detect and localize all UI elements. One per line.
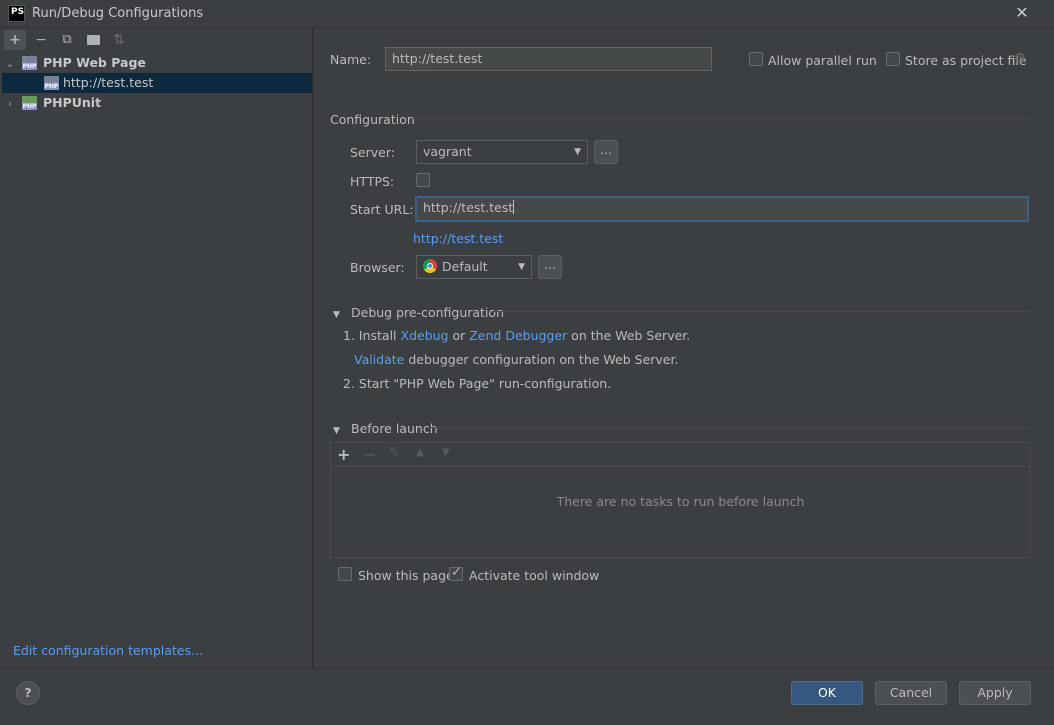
- window-title: Run/Debug Configurations: [32, 6, 204, 21]
- gear-icon[interactable]: ⚙: [1014, 51, 1026, 66]
- before-launch-heading: Before launch: [351, 421, 438, 436]
- tasks-toolbar-divider: [331, 466, 1030, 467]
- tree-item-label: http://test.test: [62, 75, 154, 90]
- chrome-icon: [423, 259, 437, 273]
- move-up-icon[interactable]: ▲: [416, 447, 424, 458]
- server-browse-button[interactable]: ...: [594, 140, 618, 164]
- sort-configurations-button[interactable]: ⇅: [108, 30, 130, 50]
- triangle-down-icon: ▼: [333, 310, 340, 320]
- debug-step-1: 1. Install Xdebug or Zend Debugger on th…: [343, 328, 690, 343]
- debug-preconfig-heading: Debug pre-configuration: [351, 305, 504, 320]
- phpstorm-app-icon: PS: [8, 5, 25, 22]
- debug-step-2: 2. Start "PHP Web Page" run-configuratio…: [343, 376, 612, 391]
- allow-parallel-run-checkbox[interactable]: [749, 52, 763, 66]
- start-url-preview-link[interactable]: http://test.test: [413, 231, 503, 246]
- allow-parallel-run-label: Allow parallel run: [768, 53, 877, 68]
- chevron-down-icon[interactable]: ⌄: [2, 54, 18, 74]
- php-web-page-icon: PHP: [21, 56, 37, 70]
- tree-item-phpunit[interactable]: › PHP PHPUnit: [2, 93, 312, 113]
- step-text: 1. Install: [343, 328, 401, 343]
- dropdown-arrow-icon: ▼: [574, 147, 581, 157]
- start-url-value: http://test.test: [423, 200, 514, 215]
- copy-configuration-button[interactable]: ⧉: [56, 30, 78, 50]
- dropdown-arrow-icon: ▼: [518, 262, 525, 272]
- text-cursor: [513, 200, 515, 214]
- triangle-down-icon: ▼: [333, 426, 340, 436]
- show-this-page-checkbox[interactable]: [338, 567, 352, 581]
- zend-debugger-link[interactable]: Zend Debugger: [469, 328, 567, 343]
- step-text: or: [448, 328, 470, 343]
- xdebug-link[interactable]: Xdebug: [401, 328, 449, 343]
- debug-preconfig-toggle[interactable]: ▼ Debug pre-configuration: [333, 305, 504, 320]
- start-url-field[interactable]: http://test.test: [415, 196, 1029, 222]
- section-divider: [410, 118, 1030, 119]
- section-divider: [431, 427, 1030, 428]
- remove-task-button[interactable]: −: [363, 445, 376, 464]
- before-launch-toggle[interactable]: ▼ Before launch: [333, 421, 438, 436]
- help-button[interactable]: ?: [16, 681, 40, 705]
- move-down-icon[interactable]: ▼: [442, 447, 450, 458]
- activate-tool-window-label: Activate tool window: [469, 568, 600, 583]
- activate-tool-window-checkbox[interactable]: [449, 565, 463, 581]
- show-this-page-label: Show this page: [358, 568, 454, 583]
- php-web-page-icon: PHP: [44, 76, 59, 90]
- apply-button[interactable]: Apply: [959, 681, 1031, 705]
- validate-link[interactable]: Validate: [354, 352, 404, 367]
- chevron-right-icon[interactable]: ›: [2, 94, 18, 114]
- tree-item-http-test-test[interactable]: PHP http://test.test: [2, 73, 312, 93]
- name-field[interactable]: http://test.test: [385, 47, 712, 71]
- section-divider: [492, 311, 1030, 312]
- browser-label: Browser:: [350, 260, 405, 275]
- pencil-icon[interactable]: ✎: [389, 446, 400, 461]
- https-checkbox[interactable]: [416, 173, 430, 187]
- configuration-heading: Configuration: [330, 112, 415, 127]
- cancel-button[interactable]: Cancel: [875, 681, 947, 705]
- folder-icon: [86, 35, 100, 45]
- debug-validate-line: Validate debugger configuration on the W…: [354, 352, 678, 367]
- start-url-label: Start URL:: [350, 202, 414, 217]
- browser-dropdown[interactable]: Default ▼: [416, 255, 532, 279]
- step-text: on the Web Server.: [567, 328, 691, 343]
- add-task-button[interactable]: +: [337, 445, 350, 464]
- tree-item-label: PHP Web Page: [42, 55, 146, 70]
- tree-item-php-web-page[interactable]: ⌄ PHP PHP Web Page: [2, 53, 312, 73]
- store-as-project-file-label: Store as project file: [905, 53, 1027, 68]
- phpunit-icon: PHP: [21, 96, 37, 110]
- no-tasks-message: There are no tasks to run before launch: [556, 494, 805, 509]
- server-dropdown[interactable]: vagrant ▼: [416, 140, 588, 164]
- configurations-tree-panel: [0, 28, 313, 668]
- server-value: vagrant: [423, 144, 472, 159]
- tree-item-label: PHPUnit: [42, 95, 102, 110]
- edit-configuration-templates-link[interactable]: Edit configuration templates...: [13, 643, 203, 658]
- close-icon[interactable]: ✕: [1012, 3, 1032, 23]
- browser-value: Default: [442, 259, 488, 274]
- move-to-folder-button[interactable]: [82, 30, 104, 50]
- add-configuration-button[interactable]: +: [4, 30, 26, 50]
- name-label: Name:: [330, 52, 372, 67]
- server-label: Server:: [350, 145, 395, 160]
- store-as-project-file-checkbox[interactable]: [886, 52, 900, 66]
- step-text: debugger configuration on the Web Server…: [404, 352, 679, 367]
- remove-configuration-button[interactable]: −: [30, 30, 52, 50]
- https-label: HTTPS:: [350, 174, 395, 189]
- ok-button[interactable]: OK: [791, 681, 863, 705]
- browser-browse-button[interactable]: ...: [538, 255, 562, 279]
